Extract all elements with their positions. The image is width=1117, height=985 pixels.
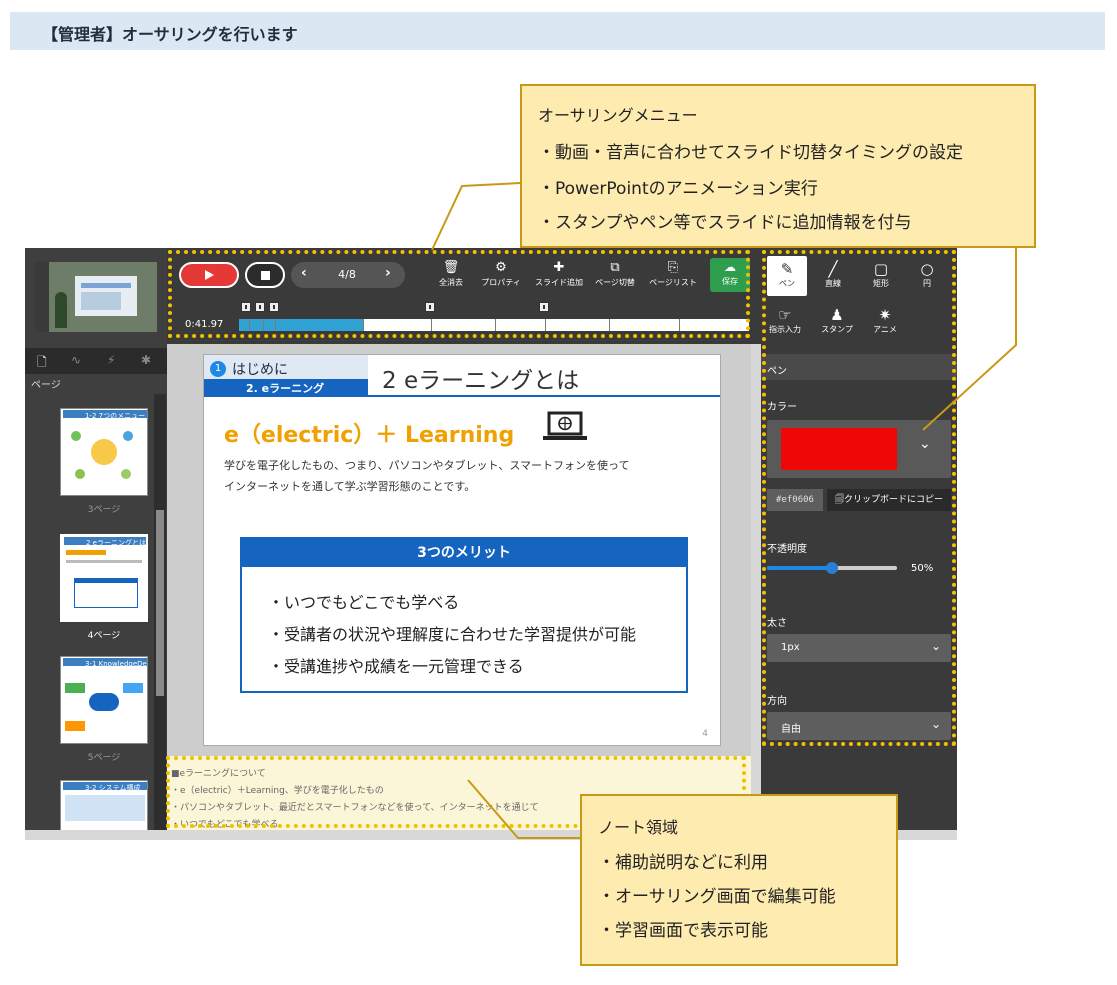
callout-item: ・PowerPointのアニメーション実行: [538, 179, 818, 199]
authoring-menu-callout: オーサリングメニュー ・動画・音声に合わせてスライド切替タイミングの設定 ・Po…: [520, 84, 1036, 248]
thumbnail-title: 3-1 KnowledgeDeliverとは: [85, 660, 147, 668]
thumbnail-caption: 4ページ: [87, 631, 121, 641]
thumbnail-list: 1-2 7つのメニュー 3ページ 2 eラーニングとは 4ページ 3-1 Kno…: [25, 394, 153, 830]
slide-canvas[interactable]: 1 はじめに 2. eラーニング 2 eラーニングとは e（electric）＋…: [167, 344, 761, 756]
callout-item: ・学習画面で表示可能: [598, 921, 768, 941]
tab-wave-icon[interactable]: ∿: [71, 353, 81, 367]
video-preview[interactable]: [35, 262, 157, 332]
thumbnail-caption: 5ページ: [87, 753, 121, 763]
slide-headline: e（electric）＋ Learning: [224, 423, 515, 448]
thumbnail-caption: 3ページ: [87, 505, 121, 515]
left-tabs: 🗋 ∿ ⚡ ✱: [25, 348, 167, 374]
callout-title: ノート領域: [598, 818, 679, 837]
chapter-number: 1: [210, 361, 226, 377]
merit-item: ・受講者の状況や理解度に合わせた学習提供が可能: [268, 625, 637, 644]
thumbnail-page-6[interactable]: 3-2 システム構成: [60, 780, 148, 830]
thumbnail-title: 2 eラーニングとは: [86, 539, 146, 547]
toolbar-highlight: [168, 250, 750, 338]
merit-title: 3つのメリット: [242, 539, 686, 567]
tab-flash-icon[interactable]: ⚡: [107, 353, 115, 367]
thumbnail-page-4[interactable]: 2 eラーニングとは: [60, 534, 148, 622]
chapter-title: はじめに: [232, 362, 288, 378]
callout-item: ・動画・音声に合わせてスライド切替タイミングの設定: [538, 143, 963, 163]
slide[interactable]: 1 はじめに 2. eラーニング 2 eラーニングとは e（electric）＋…: [203, 354, 721, 746]
callout-item: ・補助説明などに利用: [598, 853, 768, 873]
tab-page-icon[interactable]: 🗋: [37, 353, 47, 374]
thumbnail-title: 1-2 7つのメニュー: [85, 412, 146, 420]
thumbnail-page-3[interactable]: 1-2 7つのメニュー: [60, 408, 148, 496]
callout-item: ・スタンプやペン等でスライドに追加情報を付与: [538, 213, 912, 233]
drawing-panel-highlight: [762, 250, 956, 746]
merit-item: ・いつでもどこでも学べる: [268, 593, 460, 612]
thumbnail-scrollbar[interactable]: [154, 394, 166, 830]
page-header: 【管理者】オーサリングを行います: [10, 12, 1105, 50]
slide-body-line: 学びを電子化したもの、つまり、パソコンやタブレット、スマートフォンを使って: [224, 459, 630, 472]
thumbnail-title: 3-2 システム構成: [85, 784, 141, 792]
callout-title: オーサリングメニュー: [538, 106, 698, 125]
note-area-callout: ノート領域 ・補助説明などに利用 ・オーサリング画面で編集可能 ・学習画面で表示…: [580, 794, 898, 966]
slide-page-number: 4: [702, 729, 708, 739]
slide-body: 学びを電子化したもの、つまり、パソコンやタブレット、スマートフォンを使って イン…: [224, 455, 704, 497]
merit-item: ・受講進捗や成績を一元管理できる: [268, 657, 524, 676]
slide-title: 2 eラーニングとは: [382, 368, 580, 394]
callout-item: ・オーサリング画面で編集可能: [598, 887, 836, 907]
tab-star-icon[interactable]: ✱: [141, 353, 151, 367]
section-title: 2. eラーニング: [246, 382, 325, 395]
thumbnail-page-5[interactable]: 3-1 KnowledgeDeliverとは: [60, 656, 148, 744]
page-header-title: 【管理者】オーサリングを行います: [42, 25, 298, 44]
laptop-icon: [543, 411, 587, 440]
left-column: 🗋 ∿ ⚡ ✱ ページ 1-2 7つのメニュー 3ページ 2 eラーニングとは: [25, 248, 167, 840]
slide-ribbon: 1 はじめに 2. eラーニング: [204, 355, 368, 395]
slide-scrollbar[interactable]: [751, 344, 761, 830]
slide-body-line: インターネットを通して学ぶ学習形態のことです。: [224, 480, 476, 493]
left-tab-label: ページ: [31, 380, 61, 391]
merit-box: 3つのメリット ・いつでもどこでも学べる ・受講者の状況や理解度に合わせた学習提…: [240, 537, 688, 693]
